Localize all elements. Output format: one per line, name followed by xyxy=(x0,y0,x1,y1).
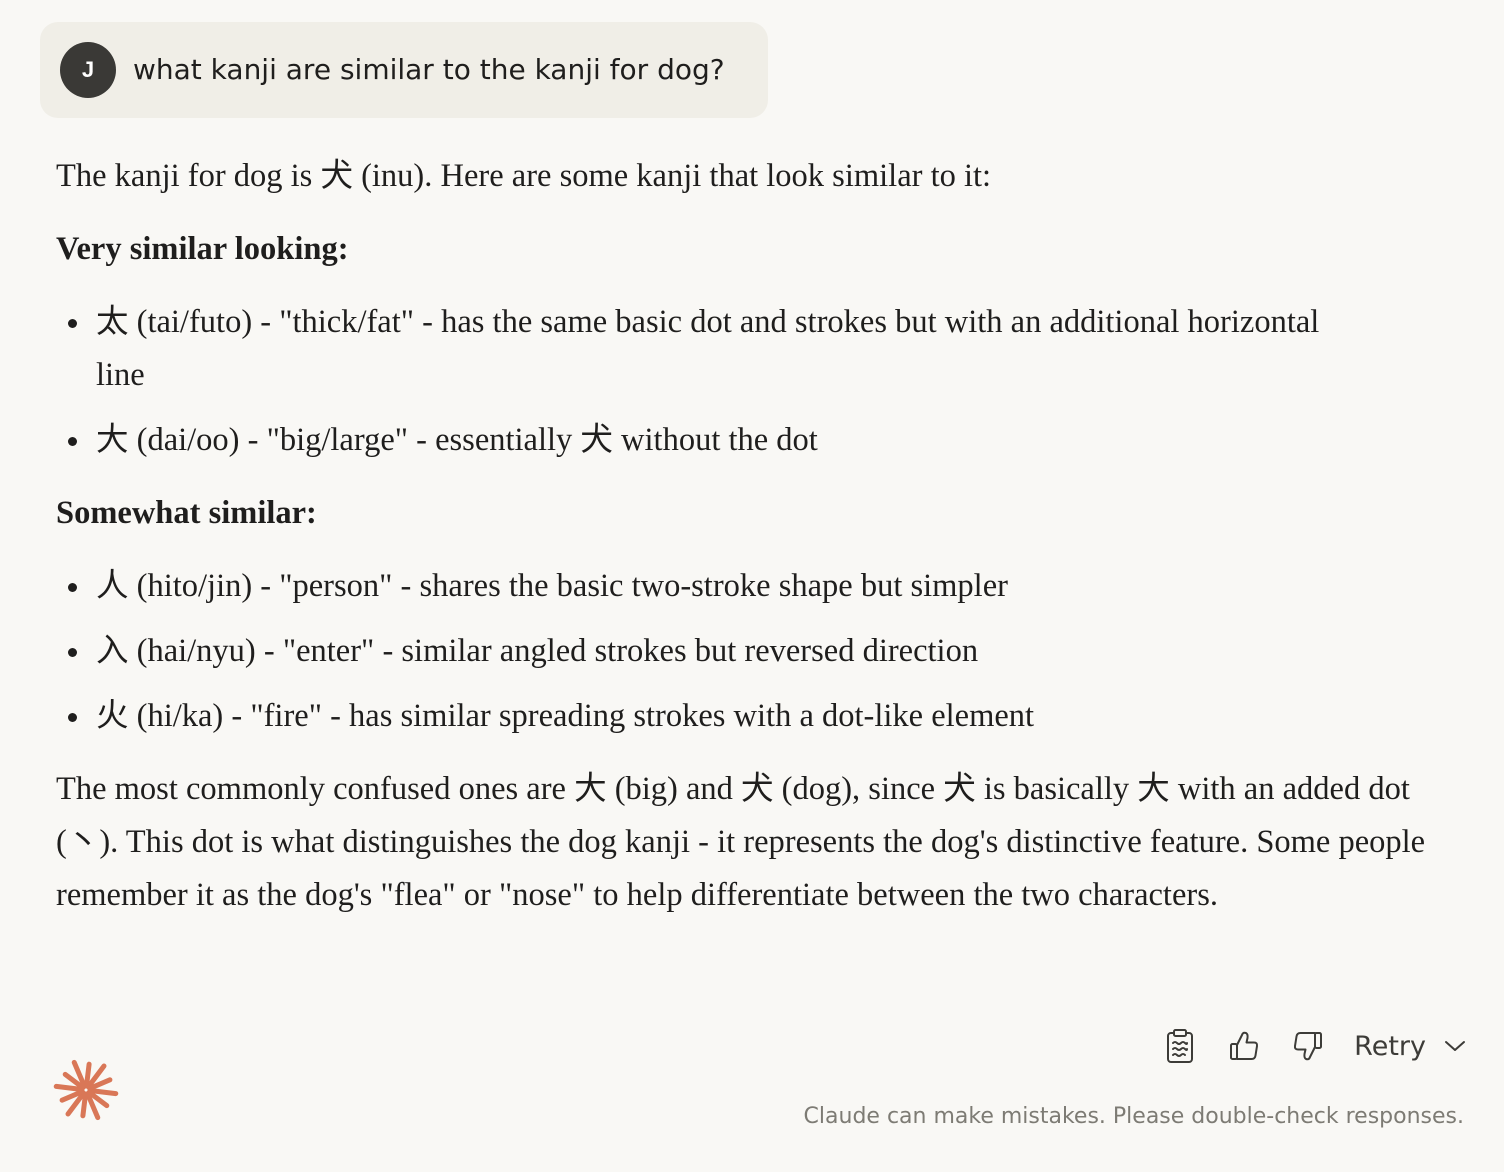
list-item: 大 (dai/oo) - "big/large" - essentially 犬… xyxy=(56,414,1436,467)
thumbs-down-icon xyxy=(1294,1032,1323,1061)
user-message-text: what kanji are similar to the kanji for … xyxy=(133,53,725,86)
list-item: 火 (hi/ka) - "fire" - has similar spreadi… xyxy=(56,690,1436,743)
claude-starburst-icon xyxy=(52,1056,120,1124)
clipboard-icon xyxy=(1167,1029,1194,1063)
section-heading-very-similar: Very similar looking: xyxy=(56,231,349,267)
disclaimer-text: Claude can make mistakes. Please double-… xyxy=(803,1104,1464,1129)
retry-label: Retry xyxy=(1354,1030,1426,1062)
response-conclusion: The most commonly confused ones are 大 (b… xyxy=(56,771,1426,913)
chevron-down-icon xyxy=(1444,1039,1466,1053)
response-intro: The kanji for dog is 犬 (inu). Here are s… xyxy=(56,158,992,194)
list-somewhat-similar: 人 (hito/jin) - "person" - shares the bas… xyxy=(56,560,1436,743)
list-item-text: 大 (dai/oo) - "big/large" - essentially 犬… xyxy=(96,422,818,458)
section-heading-somewhat-similar: Somewhat similar: xyxy=(56,495,317,531)
list-item-text: 太 (tai/futo) - "thick/fat" - has the sam… xyxy=(96,304,1320,393)
thumbs-up-button[interactable] xyxy=(1220,1022,1268,1070)
retry-button[interactable]: Retry xyxy=(1354,1031,1466,1062)
list-item: 太 (tai/futo) - "thick/fat" - has the sam… xyxy=(56,296,1436,402)
user-avatar: J xyxy=(60,42,116,98)
list-item: 入 (hai/nyu) - "enter" - similar angled s… xyxy=(56,625,1436,678)
user-message-bubble: J what kanji are similar to the kanji fo… xyxy=(40,22,768,118)
thumbs-down-button[interactable] xyxy=(1284,1022,1332,1070)
list-item-text: 人 (hito/jin) - "person" - shares the bas… xyxy=(96,568,1008,604)
list-item: 人 (hito/jin) - "person" - shares the bas… xyxy=(56,560,1436,613)
list-item-text: 火 (hi/ka) - "fire" - has similar spreadi… xyxy=(96,698,1035,734)
list-item-text: 入 (hai/nyu) - "enter" - similar angled s… xyxy=(96,633,979,669)
copy-button[interactable] xyxy=(1156,1022,1204,1070)
assistant-response: The kanji for dog is 犬 (inu). Here are s… xyxy=(56,150,1436,922)
response-actions: Retry xyxy=(1140,1022,1466,1070)
thumbs-up-icon xyxy=(1230,1031,1259,1060)
list-very-similar: 太 (tai/futo) - "thick/fat" - has the sam… xyxy=(56,296,1436,467)
